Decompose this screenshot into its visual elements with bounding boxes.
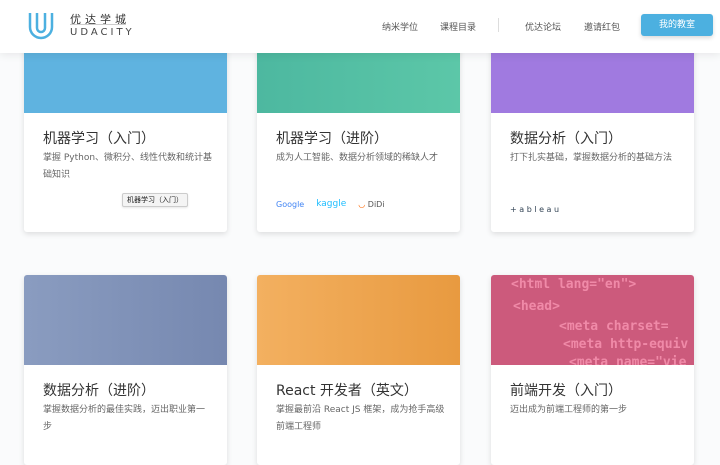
course-card[interactable]: 数据分析（进阶） 掌握数据分析的最佳实践，迈出职业第一步: [24, 275, 227, 465]
code-line: <meta name="vie: [569, 355, 687, 365]
nav-forum[interactable]: 优达论坛: [525, 20, 561, 33]
tooltip: 机器学习（入门）: [122, 193, 188, 207]
didi-logo: ◡ DiDi: [358, 199, 385, 209]
course-card[interactable]: 机器学习（进阶） 成为人工智能、数据分析领域的稀缺人才 Google kaggl…: [257, 23, 460, 232]
course-title: 数据分析（入门）: [510, 131, 622, 147]
tableau-logo: + a b l e a u: [510, 205, 560, 214]
course-card[interactable]: <html lang="en"> <head> <meta charset= <…: [491, 275, 694, 465]
course-image: <html lang="en"> <head> <meta charset= <…: [491, 275, 694, 365]
course-title: React 开发者（英文）: [276, 383, 418, 399]
my-classroom-button[interactable]: 我的教室: [641, 14, 713, 36]
course-desc: 打下扎实基础，掌握数据分析的基础方法: [510, 153, 673, 163]
course-image: [24, 275, 227, 365]
course-desc: 成为人工智能、数据分析领域的稀缺人才: [276, 153, 439, 163]
udacity-logo-icon[interactable]: [27, 10, 55, 40]
course-card[interactable]: 数据分析（入门） 打下扎实基础，掌握数据分析的基础方法 + a b l e a …: [491, 23, 694, 232]
code-line: <head>: [513, 299, 560, 314]
course-desc: 掌握最前沿 React JS 框架，成为抢手高级前端工程师: [276, 405, 445, 432]
course-title: 数据分析（进阶）: [43, 383, 155, 399]
nav-nanodegree[interactable]: 纳米学位: [382, 20, 418, 33]
course-image: [257, 275, 460, 365]
google-logo: Google: [276, 199, 305, 209]
logo-english[interactable]: UDACITY: [70, 27, 135, 38]
nav-invite[interactable]: 邀请红包: [584, 20, 620, 33]
course-card[interactable]: React 开发者（英文） 掌握最前沿 React JS 框架，成为抢手高级前端…: [257, 275, 460, 465]
kaggle-logo: kaggle: [316, 199, 347, 209]
top-nav: 优达学城 UDACITY 纳米学位 课程目录 优达论坛 邀请红包 我的教室: [0, 0, 720, 53]
course-desc: 掌握数据分析的最佳实践，迈出职业第一步: [43, 405, 206, 432]
code-line: <html lang="en">: [511, 277, 637, 292]
course-title: 机器学习（入门）: [43, 131, 155, 147]
code-line: <meta charset=: [559, 319, 669, 334]
course-desc: 迈出成为前端工程师的第一步: [510, 405, 628, 415]
course-desc: 掌握 Python、微积分、线性代数和统计基础知识: [43, 153, 213, 180]
course-title: 机器学习（进阶）: [276, 131, 388, 147]
nav-catalog[interactable]: 课程目录: [440, 20, 476, 33]
course-card[interactable]: 机器学习（入门） 掌握 Python、微积分、线性代数和统计基础知识 机器学习（…: [24, 23, 227, 232]
logo-divider: [70, 24, 126, 25]
partner-logos: Google kaggle ◡ DiDi: [276, 199, 385, 209]
nav-divider: [498, 18, 499, 32]
partner-logos: + a b l e a u: [510, 205, 559, 214]
course-title: 前端开发（入门）: [510, 383, 622, 399]
code-line: <meta http-equiv: [563, 337, 689, 352]
